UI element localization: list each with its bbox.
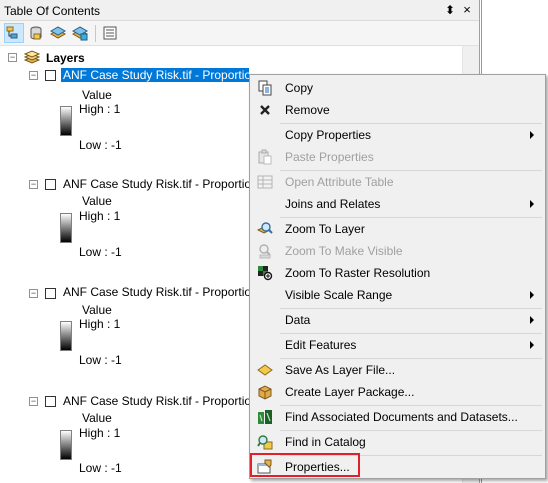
menu-item-edit-features[interactable]: Edit Features xyxy=(252,334,543,356)
window-title: Table Of Contents xyxy=(4,4,101,18)
copy-icon xyxy=(257,80,273,96)
list-by-selection-icon[interactable] xyxy=(70,23,90,43)
layer-name[interactable]: ANF Case Study Risk.tif - Proportion xyxy=(63,285,258,299)
submenu-arrow-icon xyxy=(530,341,534,349)
submenu-arrow-icon xyxy=(530,316,534,324)
menu-item-label: Zoom To Layer xyxy=(285,222,365,236)
menu-item-label: Visible Scale Range xyxy=(285,288,393,302)
toolbar-separator xyxy=(95,25,96,42)
menu-item-remove[interactable]: Remove xyxy=(252,99,543,121)
menu-item-label: Copy xyxy=(285,81,314,95)
legend-value-label: Value xyxy=(82,194,112,208)
legend-value-label: Value xyxy=(82,303,112,317)
menu-item-visible-scale-range[interactable]: Visible Scale Range xyxy=(252,284,543,306)
submenu-arrow-icon xyxy=(530,131,534,139)
pin-icon[interactable]: ⬍ xyxy=(443,2,457,18)
list-by-drawing-order-icon[interactable] xyxy=(4,23,24,43)
menu-item-zoom-to-make-visible[interactable]: Zoom To Make Visible xyxy=(252,240,543,262)
legend-high-label: High : 1 xyxy=(79,317,121,331)
menu-item-copy-properties[interactable]: Copy Properties xyxy=(252,124,543,146)
menu-item-label: Edit Features xyxy=(285,338,357,352)
menu-item-copy[interactable]: Copy xyxy=(252,77,543,99)
menu-item-find-associated-documents[interactable]: Find Associated Documents and Datasets..… xyxy=(252,406,543,428)
color-ramp-swatch xyxy=(60,106,72,136)
layer-visibility-checkbox[interactable] xyxy=(45,179,56,190)
find-in-catalog-icon xyxy=(257,434,273,450)
menu-item-data[interactable]: Data xyxy=(252,309,543,331)
color-ramp-swatch xyxy=(60,321,72,351)
table-icon xyxy=(257,174,273,190)
legend-value-label: Value xyxy=(82,411,112,425)
layer-context-menu: Copy Remove Copy Properties Paste Proper… xyxy=(249,74,546,479)
menu-item-zoom-to-raster-resolution[interactable]: Zoom To Raster Resolution xyxy=(252,262,543,284)
menu-item-paste-properties[interactable]: Paste Properties xyxy=(252,146,543,168)
menu-item-label: Copy Properties xyxy=(285,128,372,142)
zoom-to-raster-resolution-icon xyxy=(257,265,273,281)
menu-item-create-layer-package[interactable]: Create Layer Package... xyxy=(252,381,543,403)
menu-item-label: Create Layer Package... xyxy=(285,385,415,399)
zoom-to-layer-icon xyxy=(256,221,273,237)
legend-high-label: High : 1 xyxy=(79,209,121,223)
menu-item-zoom-to-layer[interactable]: Zoom To Layer xyxy=(252,218,543,240)
list-by-visibility-icon[interactable] xyxy=(48,23,68,43)
toc-toolbar xyxy=(0,21,479,46)
layer-name[interactable]: ANF Case Study Risk.tif - Proportion of … xyxy=(61,68,249,82)
layer-visibility-checkbox[interactable] xyxy=(45,70,56,81)
layer-package-icon xyxy=(257,384,273,400)
legend-value-label: Value xyxy=(82,88,112,102)
list-by-source-icon[interactable] xyxy=(26,23,46,43)
menu-item-label: Find Associated Documents and Datasets..… xyxy=(285,410,518,424)
layers-root-label[interactable]: Layers xyxy=(46,51,85,65)
layer-collapse-toggle[interactable]: − xyxy=(29,180,38,189)
paste-icon xyxy=(257,149,273,165)
color-ramp-swatch xyxy=(60,213,72,243)
menu-item-label: Data xyxy=(285,313,311,327)
legend-low-label: Low : -1 xyxy=(79,245,122,259)
layer-name[interactable]: ANF Case Study Risk.tif - Proportion xyxy=(63,394,258,408)
zoom-to-make-visible-icon xyxy=(257,243,273,259)
remove-x-icon xyxy=(257,102,273,118)
submenu-arrow-icon xyxy=(530,291,534,299)
menu-item-label: Joins and Relates xyxy=(285,197,381,211)
color-ramp-swatch xyxy=(60,430,72,460)
layer-visibility-checkbox[interactable] xyxy=(45,288,56,299)
menu-item-save-as-layer-file[interactable]: Save As Layer File... xyxy=(252,359,543,381)
close-icon[interactable]: × xyxy=(460,2,474,18)
menu-item-label: Open Attribute Table xyxy=(285,175,394,189)
menu-item-joins-and-relates[interactable]: Joins and Relates xyxy=(252,193,543,215)
legend-high-label: High : 1 xyxy=(79,102,121,116)
layer-name[interactable]: ANF Case Study Risk.tif - Proportion xyxy=(63,177,258,191)
layer-collapse-toggle[interactable]: − xyxy=(29,71,38,80)
layers-icon xyxy=(23,50,41,66)
options-icon[interactable] xyxy=(100,23,120,43)
title-bar: Table Of Contents ⬍ × xyxy=(0,0,479,21)
save-layer-file-icon xyxy=(257,362,273,378)
properties-highlight-box xyxy=(250,453,360,477)
legend-low-label: Low : -1 xyxy=(79,461,122,475)
layer-collapse-toggle[interactable]: − xyxy=(29,289,38,298)
layer-collapse-toggle[interactable]: − xyxy=(29,397,38,406)
associated-documents-icon xyxy=(257,409,273,425)
menu-item-open-attribute-table[interactable]: Open Attribute Table xyxy=(252,171,543,193)
menu-item-label: Find in Catalog xyxy=(285,435,366,449)
layer-visibility-checkbox[interactable] xyxy=(45,396,56,407)
menu-item-find-in-catalog[interactable]: Find in Catalog xyxy=(252,431,543,453)
menu-item-label: Save As Layer File... xyxy=(285,363,396,377)
menu-item-label: Paste Properties xyxy=(285,150,374,164)
layers-collapse-toggle[interactable]: − xyxy=(8,53,17,62)
menu-item-label: Zoom To Make Visible xyxy=(285,244,403,258)
legend-low-label: Low : -1 xyxy=(79,353,122,367)
submenu-arrow-icon xyxy=(530,200,534,208)
legend-high-label: High : 1 xyxy=(79,426,121,440)
menu-item-label: Remove xyxy=(285,103,330,117)
legend-low-label: Low : -1 xyxy=(79,138,122,152)
menu-item-label: Zoom To Raster Resolution xyxy=(285,266,431,280)
